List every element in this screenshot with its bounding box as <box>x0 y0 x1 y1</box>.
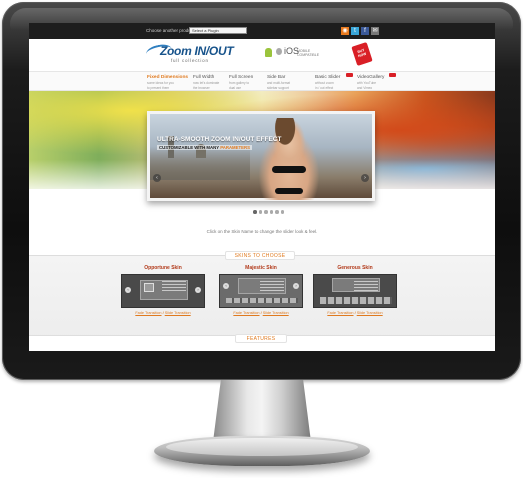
slider-bullet[interactable] <box>264 210 268 214</box>
monitor-stand-neck <box>213 380 311 442</box>
slider-next-arrow-icon[interactable]: › <box>361 174 369 182</box>
slider-bullet[interactable] <box>258 210 262 214</box>
slider-main-image[interactable]: ULTRA-SMOOTH ZOOM IN/OUT EFFECT CUSTOMIZ… <box>147 111 375 201</box>
skin-opportune: Opportune Skin ‹ › Fade Transition / Sli… <box>121 265 205 325</box>
skin-next-arrow-icon: › <box>195 287 201 293</box>
nav-item-full-screen[interactable]: Full Screen from gallery to dual use <box>229 75 271 91</box>
monitor-screen: Choose another product: Select a Plugin … <box>29 23 495 351</box>
skin-transition-links: Fade Transition / Slide Transition <box>327 311 383 315</box>
slide-subtitle: CUSTOMIZABLE WITH MANY PARAMETERS <box>157 145 252 150</box>
site-header: Zoom IN/OUT full collection iOS MOBILE C… <box>29 39 495 71</box>
skin-name[interactable]: Opportune Skin <box>121 265 205 271</box>
monitor-bezel: Choose another product: Select a Plugin … <box>2 2 521 380</box>
slider-bullets <box>253 210 284 214</box>
skin-preview-thumbstrip <box>320 297 392 304</box>
skin-name[interactable]: Majestic Skin <box>219 265 303 271</box>
skin-preview-thumb <box>144 283 154 292</box>
slide-transition-link[interactable]: Slide Transition <box>357 311 383 315</box>
nav-item-basic-slider[interactable]: Basic Slider without zoom in / out effec… <box>315 75 357 91</box>
slide-transition-link[interactable]: Slide Transition <box>263 311 289 315</box>
skin-preview[interactable]: ‹ › <box>219 274 303 308</box>
nav-item-fixed-dimensions[interactable]: Fixed Dimensions some ideas for you to p… <box>147 75 189 91</box>
skin-prev-arrow-icon: ‹ <box>125 287 131 293</box>
skin-majestic: Majestic Skin ‹ › Fade Transition / Slid… <box>219 265 303 325</box>
facebook-icon[interactable]: f <box>361 27 369 35</box>
skin-preview-thumbstrip <box>226 298 298 303</box>
slider-bullet[interactable] <box>275 210 279 214</box>
skin-preview[interactable]: ‹ › <box>121 274 205 308</box>
new-badge-icon <box>346 73 353 77</box>
skin-name[interactable]: Generous Skin <box>313 265 397 271</box>
new-badge-icon <box>389 73 396 77</box>
skin-prev-arrow-icon: ‹ <box>223 283 229 289</box>
slider-bullet[interactable] <box>269 210 273 214</box>
model-swimwear-top <box>272 166 306 173</box>
model-swimwear-bottom <box>275 188 303 194</box>
slider-prev-arrow-icon[interactable]: ‹ <box>153 174 161 182</box>
platform-badges: iOS MOBILE COMPATIBLE <box>265 46 335 62</box>
logo-subtitle: full collection <box>171 58 209 63</box>
skin-preview-lines <box>354 281 378 291</box>
skin-generous: Generous Skin Fade Transition / Slide Tr… <box>313 265 397 325</box>
apple-icon <box>276 48 282 55</box>
slider-bullet[interactable] <box>253 210 257 214</box>
chat-icon[interactable]: ✉ <box>371 27 379 35</box>
skin-transition-links: Fade Transition / Slide Transition <box>135 311 191 315</box>
monitor-stand-base-top <box>166 438 358 456</box>
skin-instruction: Click on the Skin Name to change the sli… <box>206 229 318 234</box>
slide-title: ULTRA-SMOOTH ZOOM IN/OUT EFFECT <box>157 136 282 143</box>
slide-transition-link[interactable]: Slide Transition <box>165 311 191 315</box>
fade-transition-link[interactable]: Fade Transition <box>135 311 161 315</box>
logo[interactable]: Zoom IN/OUT full collection <box>144 41 234 67</box>
buy-now-tag[interactable]: BUY NOW <box>351 42 373 66</box>
skin-next-arrow-icon: › <box>293 283 299 289</box>
skin-preview-lines <box>260 281 284 291</box>
top-bar: Choose another product: Select a Plugin … <box>29 23 495 39</box>
skin-transition-links: Fade Transition / Slide Transition <box>233 311 289 315</box>
mobile-compatible-label: MOBILE COMPATIBLE <box>297 49 320 57</box>
android-icon <box>265 48 272 57</box>
twitter-icon[interactable]: t <box>351 27 359 35</box>
nav-item-side-bar[interactable]: Side Bar and multi-format sidebar suppor… <box>267 75 309 91</box>
features-section-label: FEATURES <box>235 334 287 343</box>
product-select[interactable]: Select a Plugin <box>189 27 247 34</box>
fade-transition-link[interactable]: Fade Transition <box>327 311 353 315</box>
main-nav: Fixed Dimensions some ideas for you to p… <box>29 71 495 91</box>
rss-icon[interactable]: ◉ <box>341 27 349 35</box>
nav-item-video-gallery[interactable]: VideoGallery with YouTube and Vimeo <box>357 75 399 91</box>
slider-bullet[interactable] <box>280 210 284 214</box>
logo-title: Zoom IN/OUT <box>160 44 234 58</box>
fade-transition-link[interactable]: Fade Transition <box>233 311 259 315</box>
skins-section-label: SKINS TO CHOOSE <box>225 251 295 260</box>
skin-preview-lines <box>162 281 186 291</box>
skin-preview[interactable] <box>313 274 397 308</box>
